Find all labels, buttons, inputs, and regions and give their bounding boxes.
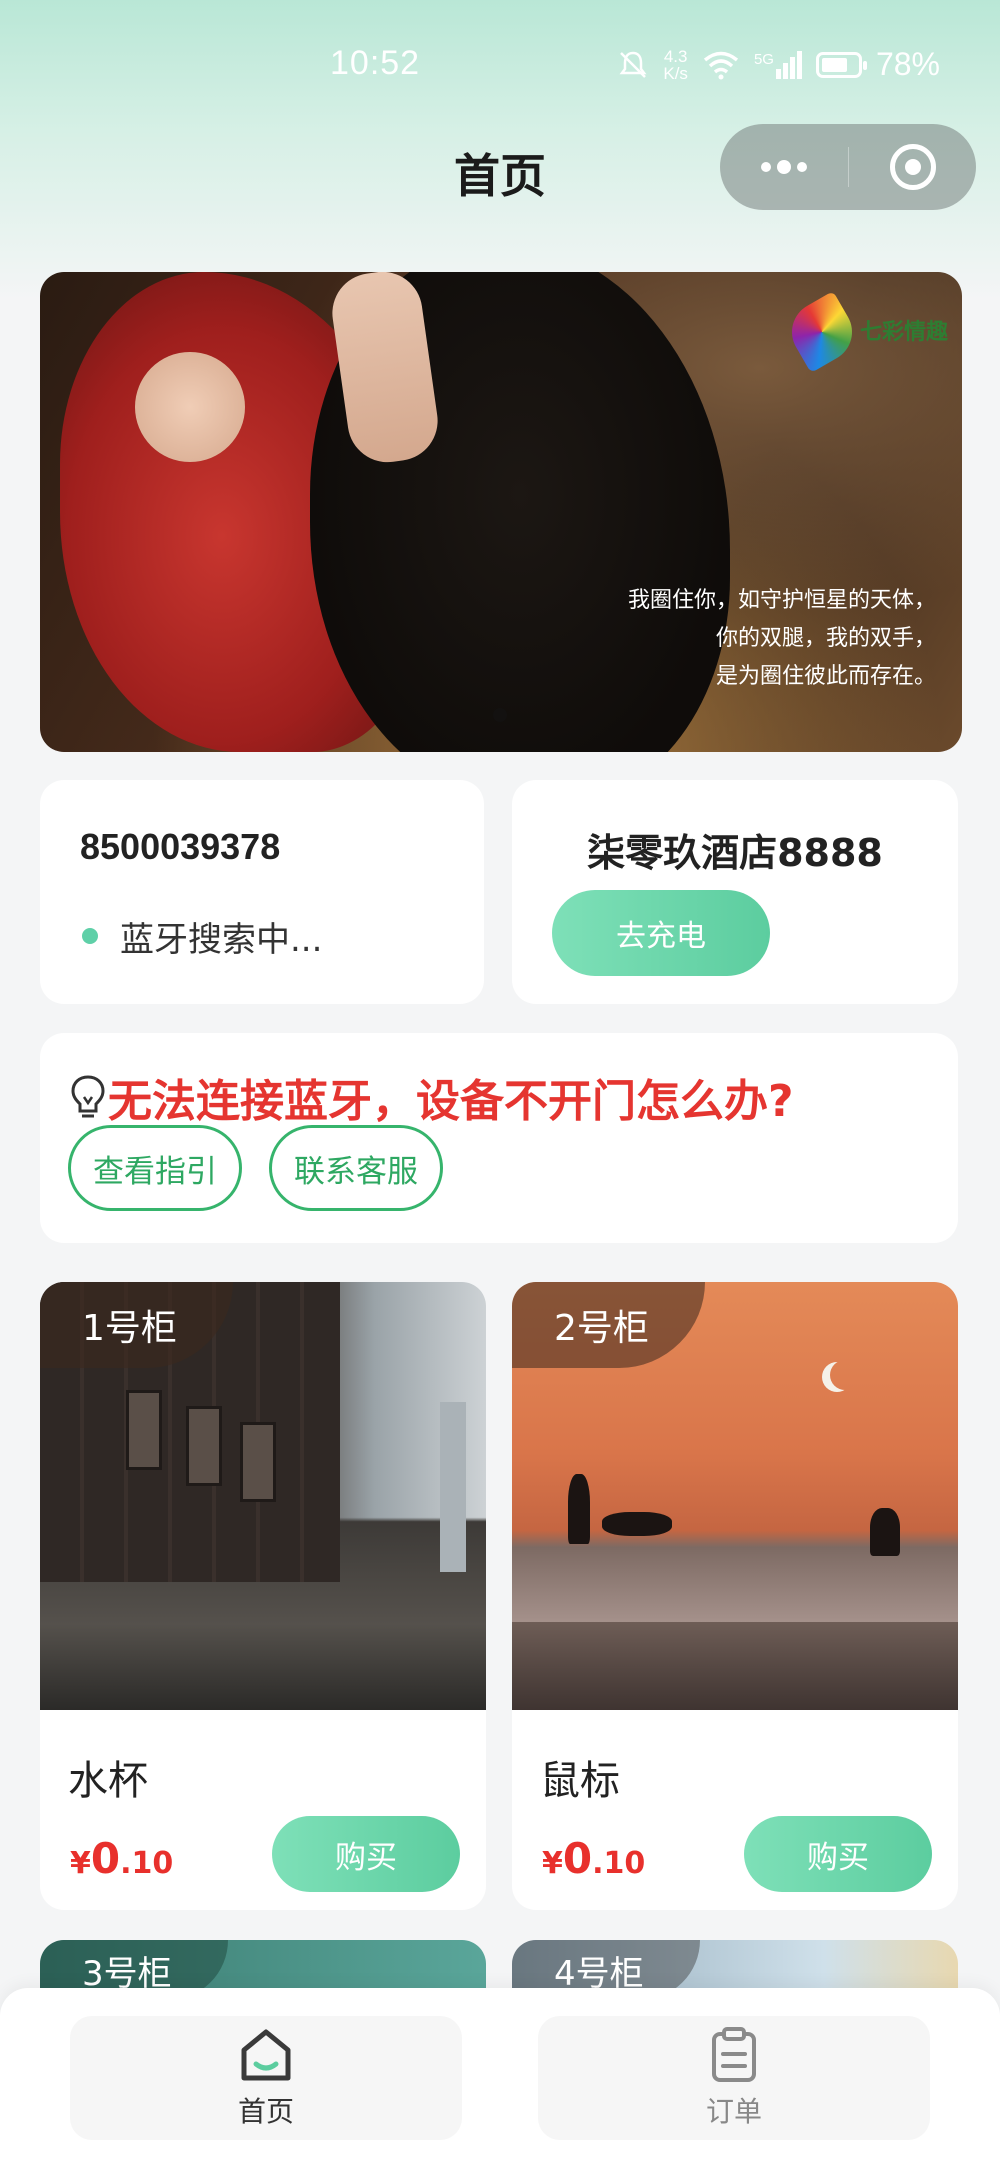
battery-icon — [815, 51, 867, 78]
mute-icon — [619, 51, 647, 78]
mini-program-capsule — [720, 124, 976, 210]
network-speed: 4.3 K/s — [663, 48, 688, 82]
tab-orders-label: 订单 — [705, 2095, 762, 2128]
signal-icon: 5G — [753, 50, 802, 79]
rock-silhouette — [602, 1512, 672, 1536]
home-icon — [241, 2029, 291, 2081]
bluetooth-status-dot — [82, 928, 98, 944]
shore — [512, 1622, 958, 1710]
device-id: 8500039378 — [80, 826, 281, 867]
window — [186, 1406, 222, 1486]
help-card: 无法连接蓝牙，设备不开门怎么办? 查看指引 联系客服 — [40, 1033, 958, 1243]
price-decimal: .10 — [592, 1846, 646, 1881]
product-card[interactable]: 1号柜 水杯 ¥0.10 购买 — [40, 1282, 486, 1910]
banner-image-hand — [135, 352, 245, 462]
product-price: ¥0.10 — [70, 1834, 173, 1883]
price-integer: 0 — [562, 1834, 593, 1883]
status-icons: 4.3 K/s 5G 78% — [617, 46, 940, 83]
buy-button[interactable]: 购买 — [272, 1816, 460, 1892]
distant-tower — [440, 1402, 466, 1572]
help-question: 无法连接蓝牙，设备不开门怎么办? — [108, 1076, 794, 1127]
bottom-tab-bar: 首页 订单 — [0, 1988, 1000, 2171]
banner-carousel[interactable]: 七彩情趣 我圈住你，如守护恒星的天体， 你的双腿，我的双手， 是为圈住彼此而存在… — [40, 272, 962, 752]
device-card: 8500039378 蓝牙搜索中... — [40, 780, 484, 1004]
hotel-card: 柒零玖酒店8888 去充电 — [512, 780, 958, 1004]
price-decimal: .10 — [120, 1846, 174, 1881]
view-guide-button[interactable]: 查看指引 — [68, 1125, 242, 1211]
person-silhouette — [870, 1508, 900, 1556]
caption-line: 我圈住你，如守护恒星的天体， — [627, 588, 936, 613]
person-silhouette — [568, 1474, 590, 1544]
network-type: 5G — [753, 50, 774, 68]
orders-icon — [712, 2027, 756, 2082]
wifi-icon — [703, 51, 739, 79]
tab-orders[interactable]: 订单 — [538, 2016, 930, 2140]
price-currency: ¥ — [70, 1846, 91, 1881]
banner-caption: 我圈住你，如守护恒星的天体， 你的双腿，我的双手， 是为圈住彼此而存在。 — [628, 582, 936, 696]
speed-value: 4.3 — [663, 46, 688, 66]
contact-service-button[interactable]: 联系客服 — [269, 1125, 443, 1211]
product-card[interactable]: 2号柜 鼠标 ¥0.10 购买 — [512, 1282, 958, 1910]
close-icon[interactable] — [849, 144, 976, 190]
caption-line: 你的双腿，我的双手， — [715, 626, 936, 651]
charge-button[interactable]: 去充电 — [552, 890, 770, 976]
product-name: 鼠标 — [540, 1758, 620, 1804]
status-bar: 10:52 4.3 K/s 5G 78% — [0, 0, 1000, 130]
tab-home[interactable]: 首页 — [70, 2016, 462, 2140]
buy-button[interactable]: 购买 — [744, 1816, 932, 1892]
bluetooth-status: 蓝牙搜索中... — [120, 920, 323, 960]
caption-line: 是为圈住彼此而存在。 — [715, 664, 936, 689]
hotel-name: 柒零玖酒店8888 — [587, 831, 883, 875]
product-name: 水杯 — [68, 1758, 148, 1804]
carousel-indicator — [493, 708, 507, 722]
battery-percent: 78% — [875, 46, 940, 82]
tab-home-label: 首页 — [237, 2095, 294, 2128]
more-icon[interactable] — [720, 160, 848, 174]
brand-logo-icon — [781, 291, 863, 373]
moon — [830, 1360, 860, 1390]
window — [126, 1390, 162, 1470]
speed-unit: K/s — [663, 63, 688, 83]
price-integer: 0 — [90, 1834, 121, 1883]
product-price: ¥0.10 — [542, 1834, 645, 1883]
bulb-icon — [71, 1075, 105, 1118]
brand-logo-text: 七彩情趣 — [860, 320, 949, 345]
window — [240, 1422, 276, 1502]
price-currency: ¥ — [542, 1846, 563, 1881]
status-time: 10:52 — [330, 44, 421, 82]
